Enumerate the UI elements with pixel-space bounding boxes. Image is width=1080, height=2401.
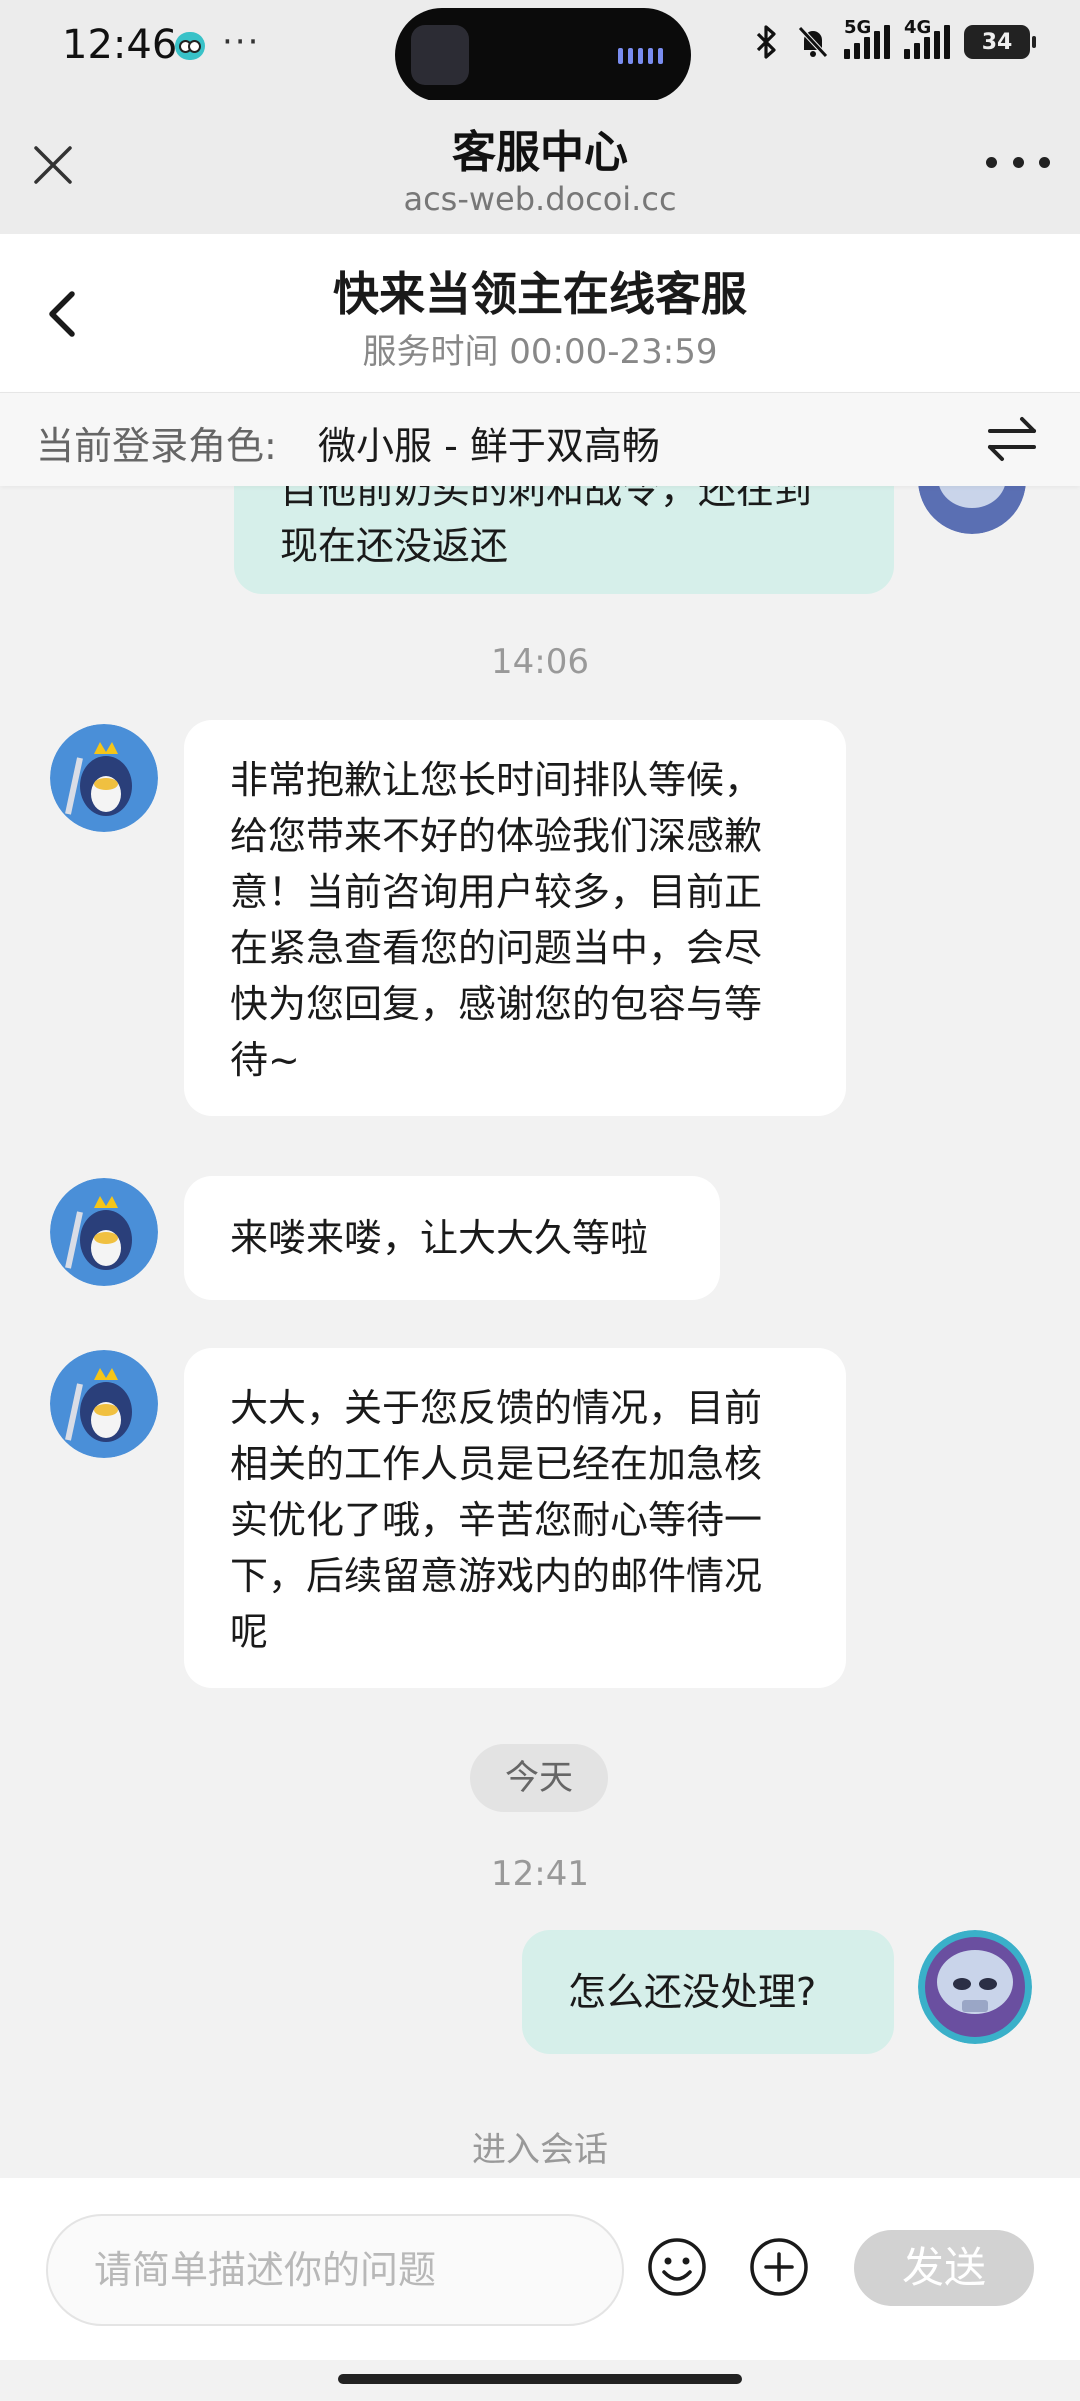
status-time: 12:46: [62, 22, 178, 68]
agent-avatar[interactable]: [50, 1350, 158, 1458]
user-message: 怎么还没处理?: [522, 1930, 894, 2054]
user-avatar[interactable]: [918, 1930, 1032, 2044]
signal-4g-icon: 4G: [904, 17, 950, 59]
app-header: 快来当领主在线客服 服务时间 00:00-23:59: [0, 234, 1080, 392]
input-bar: 发送: [0, 2178, 1080, 2360]
message-line: 相关的工作人员是已经在加急核: [230, 1442, 763, 1486]
browser-url: acs-web.docoi.cc: [403, 180, 677, 218]
status-bar: 12:46 ··· 5G 4G 34: [0, 0, 1080, 102]
message-input[interactable]: [46, 2214, 624, 2326]
browser-bar: 客服中心 acs-web.docoi.cc: [0, 100, 1080, 234]
battery-icon: 34: [964, 25, 1036, 59]
emoji-icon[interactable]: [646, 2236, 708, 2298]
agent-message: 大大，关于您反馈的情况，目前 相关的工作人员是已经在加急核 实优化了哦，辛苦您耐…: [184, 1348, 846, 1688]
message-line: 意！当前咨询用户较多，目前正: [230, 870, 763, 914]
agent-message: 非常抱歉让您长时间排队等候， 给您带来不好的体验我们深感歉 意！当前咨询用户较多…: [184, 720, 846, 1116]
mute-bell-icon: [798, 26, 828, 58]
signal-5g-icon: 5G: [844, 17, 890, 59]
page-title: 快来当领主在线客服: [333, 267, 747, 321]
role-bar: 当前登录角色: 微小服 - 鲜于双高畅: [0, 392, 1080, 486]
agent-avatar[interactable]: [50, 724, 158, 832]
switch-arrows-icon[interactable]: [984, 413, 1040, 465]
message-line: 来喽来喽，让大大久等啦: [230, 1216, 649, 1260]
message-line: 实优化了哦，辛苦您耐心等待一: [230, 1498, 763, 1542]
island-thumbnail: [411, 25, 469, 85]
message-line: 呢: [230, 1610, 269, 1654]
message-line: 大大，关于您反馈的情况，目前: [230, 1386, 763, 1430]
message-line: 怎么还没处理?: [568, 1970, 817, 2014]
dynamic-island: [395, 8, 691, 102]
message-line: 目他前奶买的刺和战令，还在到: [280, 486, 813, 512]
message-line: 在紧急查看您的问题当中，会尽: [230, 926, 763, 970]
system-nav-bar: [0, 2360, 1080, 2401]
user-avatar[interactable]: [918, 486, 1026, 534]
day-divider: 今天: [470, 1744, 608, 1812]
bluetooth-icon: [756, 25, 776, 59]
browser-title: 客服中心: [452, 127, 628, 178]
system-note: 进入会话: [472, 2130, 608, 2170]
role-label: 当前登录角色:: [36, 424, 277, 468]
agent-avatar[interactable]: [50, 1178, 158, 1286]
message-line: 待~: [230, 1038, 300, 1082]
timestamp: 14:06: [491, 642, 589, 682]
user-message-partial: 目他前奶买的刺和战令，还在到 现在还没返还: [234, 486, 894, 594]
agent-message: 来喽来喽，让大大久等啦: [184, 1176, 720, 1300]
home-indicator[interactable]: [338, 2374, 742, 2384]
chat-thread[interactable]: 目他前奶买的刺和战令，还在到 现在还没返还 14:06 非常抱歉让您长时间排队等…: [0, 486, 1080, 2178]
message-line: 现在还没返还: [280, 524, 509, 568]
message-line: 非常抱歉让您长时间排队等候，: [230, 758, 763, 802]
audio-bars-icon: [618, 48, 663, 64]
role-value: 微小服 - 鲜于双高畅: [318, 424, 660, 468]
message-line: 给您带来不好的体验我们深感歉: [230, 814, 763, 858]
network-type-5g: 5G: [844, 17, 872, 38]
app-notification-icon: [175, 32, 205, 60]
plus-circle-icon[interactable]: [748, 2236, 810, 2298]
status-icons: 5G 4G 34: [752, 17, 1036, 60]
message-line: 下，后续留意游戏内的邮件情况: [230, 1554, 763, 1598]
more-notifications-icon: ···: [222, 22, 261, 62]
message-line: 快为您回复，感谢您的包容与等: [230, 982, 763, 1026]
send-button[interactable]: 发送: [854, 2230, 1034, 2306]
timestamp: 12:41: [491, 1854, 589, 1894]
network-type-4g: 4G: [904, 17, 932, 38]
more-icon[interactable]: [986, 140, 1050, 184]
service-hours: 服务时间 00:00-23:59: [362, 332, 718, 372]
